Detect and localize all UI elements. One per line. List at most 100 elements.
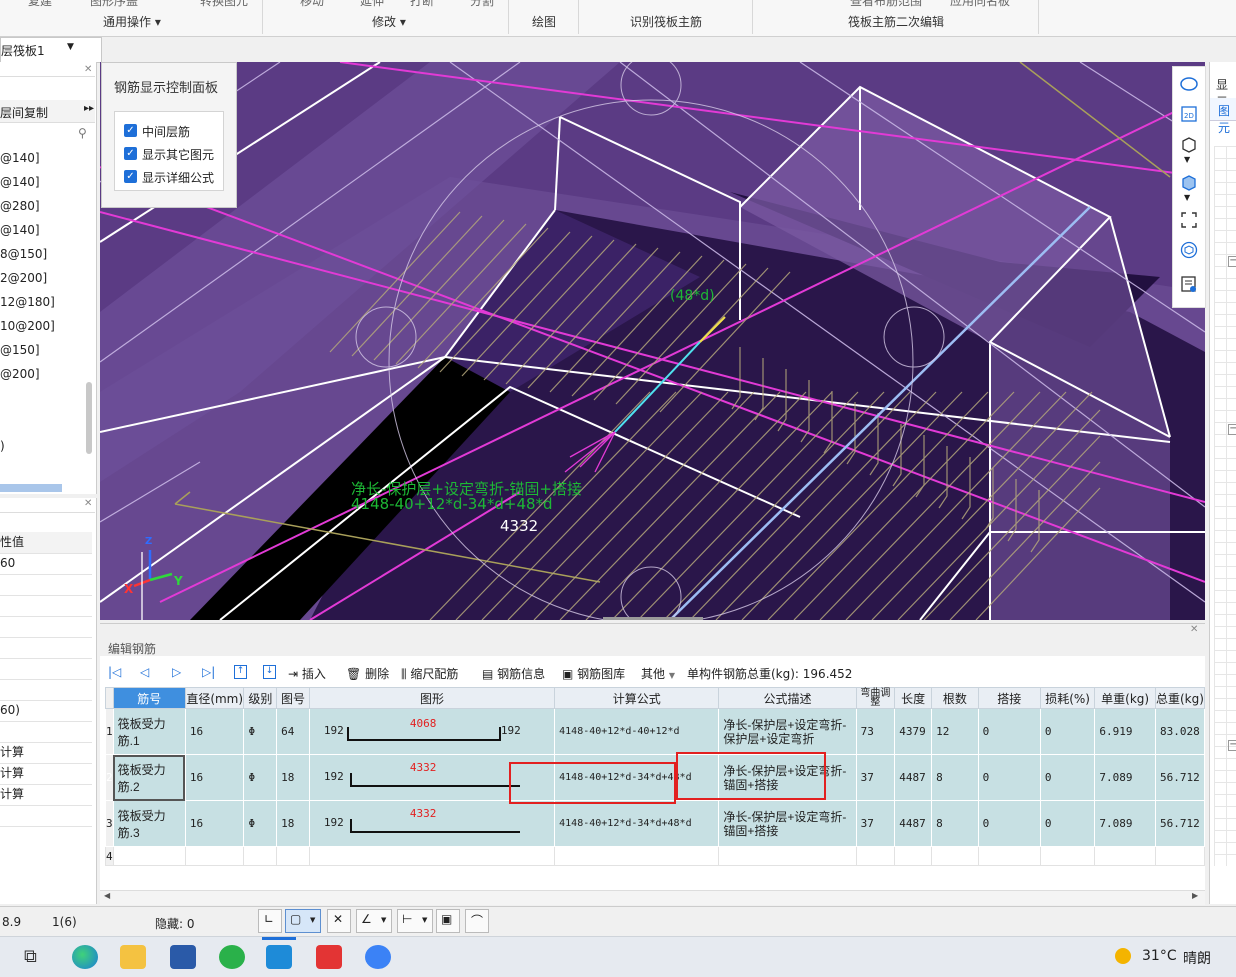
ribbon-cut-label[interactable]: 打断	[410, 0, 434, 9]
cell-shape[interactable]: 192 4068 192	[308, 708, 556, 755]
horizontal-scrollbar[interactable]	[0, 484, 62, 492]
previous-record-icon[interactable]: ◁	[140, 665, 149, 679]
cell-total-weight[interactable]: 83.028	[1154, 708, 1206, 755]
arc-snap-icon[interactable]: ⌒	[465, 909, 489, 933]
cell-figure-no[interactable]: 18	[276, 800, 310, 847]
horizontal-scrollbar[interactable]: ◀ ▶	[100, 890, 1205, 905]
col-header[interactable]: 筋号	[112, 687, 186, 709]
collapse-icon[interactable]: −	[1228, 256, 1236, 267]
property-value[interactable]: 60)	[0, 700, 92, 722]
cell-diameter[interactable]: 16	[184, 708, 245, 755]
3d-viewport[interactable]: (48*d) 净长-保护层+设定弯折-锚固+搭接 4148-40+12*d-34…	[100, 62, 1205, 620]
move-down-icon[interactable]: ↓	[263, 665, 276, 679]
cell-formula[interactable]: 4148-40+12*d-34*d+48*d	[554, 800, 720, 847]
empty-cell[interactable]	[855, 846, 896, 866]
list-item[interactable]: @280]	[0, 199, 40, 213]
cell-unit-weight[interactable]: 6.919	[1094, 708, 1156, 755]
cell-diameter[interactable]: 16	[184, 800, 245, 847]
empty-cell[interactable]	[1094, 846, 1156, 866]
file-explorer-icon[interactable]	[120, 945, 146, 969]
list-item[interactable]: )	[0, 439, 5, 453]
checkbox-middle-layer[interactable]: ✓	[124, 124, 137, 137]
list-item[interactable]: 2@200]	[0, 271, 47, 285]
chevron-down-icon[interactable]: ▼	[1184, 193, 1190, 202]
wechat-icon[interactable]	[219, 945, 245, 969]
orbit-icon[interactable]	[1180, 75, 1198, 93]
empty-cell[interactable]	[894, 846, 933, 866]
ribbon-cut-label[interactable]: 应用同名板	[950, 0, 1010, 9]
cell-count[interactable]: 8	[931, 800, 979, 847]
close-icon[interactable]: ✕	[84, 498, 92, 509]
cell-formula-description[interactable]: 净长-保护层+设定弯折-保护层+设定弯折	[718, 708, 857, 755]
scrollbar[interactable]	[86, 382, 92, 454]
col-header[interactable]: 损耗(%)	[1039, 687, 1096, 709]
col-header[interactable]: 弯曲调整	[855, 687, 896, 709]
cell-lap[interactable]: 0	[977, 754, 1041, 801]
display-settings-icon[interactable]	[1180, 275, 1198, 293]
scroll-right-icon[interactable]: ▶	[1192, 891, 1198, 900]
list-item[interactable]: 12@180]	[0, 295, 55, 309]
cell-count[interactable]: 8	[931, 754, 979, 801]
property-value[interactable]	[0, 658, 92, 680]
glodon-app-icon[interactable]	[266, 945, 292, 969]
close-icon[interactable]: ✕	[1190, 624, 1198, 635]
browser-icon[interactable]	[365, 945, 391, 969]
ribbon-cut-label[interactable]: 延伸	[360, 0, 384, 9]
rebar-info-button[interactable]: ▤ 钢筋信息	[482, 665, 545, 682]
edge-browser-icon[interactable]	[72, 945, 98, 969]
last-record-icon[interactable]: ▷|	[202, 665, 215, 679]
row-number[interactable]: 3	[105, 800, 114, 847]
cell-loss[interactable]: 0	[1039, 708, 1096, 755]
cell-grade[interactable]: Φ	[243, 754, 278, 801]
right-panel-tab-elements[interactable]: 图元	[1218, 102, 1236, 136]
empty-cell[interactable]	[112, 846, 186, 866]
cell-figure-no[interactable]: 18	[276, 754, 310, 801]
property-value[interactable]: 计算	[0, 742, 92, 764]
ribbon-cut-label[interactable]: 图形序盖	[90, 0, 138, 9]
col-header[interactable]: 总重(kg)	[1154, 687, 1206, 709]
table-row[interactable]: 3 筏板受力筋.3 16 Φ 18 192 4332 4148-40+12*d-34*d+48…	[105, 800, 1206, 847]
other-menu[interactable]: 其他 ▼	[641, 665, 675, 682]
empty-cell[interactable]	[1154, 846, 1206, 866]
move-up-icon[interactable]: ↑	[234, 665, 247, 679]
empty-cell[interactable]	[184, 846, 245, 866]
scroll-left-icon[interactable]: ◀	[104, 891, 110, 900]
cell-grade[interactable]: Φ	[243, 708, 278, 755]
next-record-icon[interactable]: ▷	[172, 665, 181, 679]
col-header[interactable]: 长度	[894, 687, 933, 709]
search-icon[interactable]: ⚲	[78, 126, 87, 140]
cell-bend-adjust[interactable]: 37	[855, 754, 896, 801]
empty-cell[interactable]	[308, 846, 556, 866]
row-number[interactable]: 2	[105, 754, 114, 801]
insert-button[interactable]: ⇥ 插入	[288, 665, 326, 682]
cell-rebar-name[interactable]: 筏板受力筋.2	[112, 754, 186, 801]
property-value[interactable]	[0, 679, 92, 701]
col-header[interactable]: 公式描述	[718, 687, 857, 709]
empty-cell[interactable]	[243, 846, 278, 866]
cell-lap[interactable]: 0	[977, 708, 1041, 755]
2d-view-icon[interactable]: 2D	[1180, 105, 1198, 123]
col-header[interactable]: 单重(kg)	[1094, 687, 1156, 709]
col-header[interactable]: 级别	[243, 687, 278, 709]
ortho-snap-icon[interactable]: ∟	[258, 909, 282, 933]
empty-cell[interactable]	[718, 846, 857, 866]
collapse-icon[interactable]: −	[1228, 424, 1236, 435]
cell-length[interactable]: 4487	[894, 754, 933, 801]
cell-total-weight[interactable]: 56.712	[1154, 754, 1206, 801]
cell-rebar-name[interactable]: 筏板受力筋.1	[112, 708, 186, 755]
table-row[interactable]: 4	[105, 846, 1206, 866]
checkbox-show-formula[interactable]: ✓	[124, 170, 137, 183]
floor-select[interactable]: 层筏板1 ▼	[0, 37, 102, 63]
list-item[interactable]: 10@200]	[0, 319, 55, 333]
cell-length[interactable]: 4487	[894, 800, 933, 847]
col-header[interactable]: 图号	[276, 687, 310, 709]
ribbon-cut-label[interactable]: 转换图元	[200, 0, 248, 9]
ribbon-cut-label[interactable]: 移动	[300, 0, 324, 9]
property-value[interactable]	[0, 637, 92, 659]
list-item[interactable]: @200]	[0, 367, 40, 381]
property-value[interactable]: 计算	[0, 763, 92, 785]
list-item[interactable]: @140]	[0, 151, 40, 165]
checkbox-show-other[interactable]: ✓	[124, 147, 137, 160]
task-view-icon[interactable]: ⧉	[24, 946, 37, 967]
ribbon-group-general[interactable]: 通用操作 ▾	[103, 13, 161, 30]
